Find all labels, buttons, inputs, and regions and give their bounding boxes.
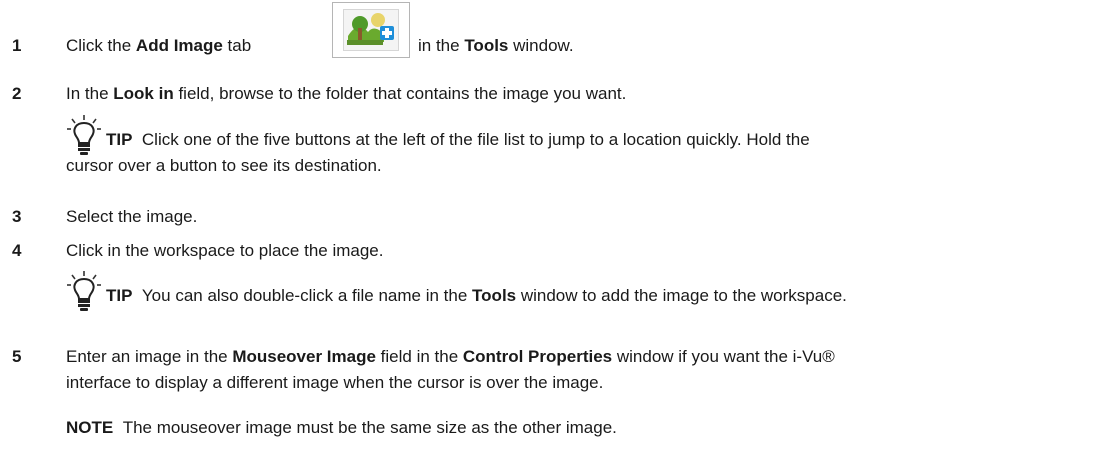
step-text: Enter an image in the Mouseover Image fi… [66, 347, 835, 366]
step-text-line2: interface to display a different image w… [66, 373, 604, 392]
tip-label: TIP [106, 286, 133, 305]
tip-label: TIP [106, 130, 133, 149]
tip-text: TIP You can also double-click a file nam… [106, 286, 847, 305]
note-text: NOTE The mouseover image must be the sam… [66, 418, 617, 437]
step-text: Select the image. [66, 207, 198, 226]
control-properties-label: Control Properties [462, 347, 613, 366]
mouseover-image-label: Mouseover Image [232, 347, 376, 366]
add-image-tab-button[interactable] [332, 2, 410, 58]
tip-2: TIP You can also double-click a file nam… [66, 270, 1076, 318]
step-number: 2 [12, 84, 22, 103]
step-number: 3 [12, 207, 22, 226]
tip-text: TIP Click one of the five buttons at the… [106, 130, 810, 149]
step-number: 5 [12, 347, 22, 366]
step-text: In the Look in field, browse to the fold… [66, 84, 627, 103]
tools-label: Tools [464, 36, 509, 55]
step-number: 4 [12, 241, 22, 260]
tools-label: Tools [472, 286, 517, 305]
add-image-label: Add Image [135, 36, 223, 55]
step-text-continued: in the Tools window. [418, 36, 574, 55]
note-label: NOTE [66, 418, 114, 437]
tip-1: TIP Click one of the five buttons at the… [66, 114, 1076, 175]
add-image-icon [343, 9, 399, 51]
lightbulb-icon [66, 114, 102, 158]
step-text: Click in the workspace to place the imag… [66, 241, 384, 260]
lightbulb-icon [66, 270, 102, 314]
tip-text-line2: cursor over a button to see its destinat… [66, 156, 382, 175]
step-5: 5 Enter an image in the Mouseover Image … [0, 345, 1096, 401]
step-number: 1 [12, 36, 22, 55]
look-in-label: Look in [113, 84, 174, 103]
